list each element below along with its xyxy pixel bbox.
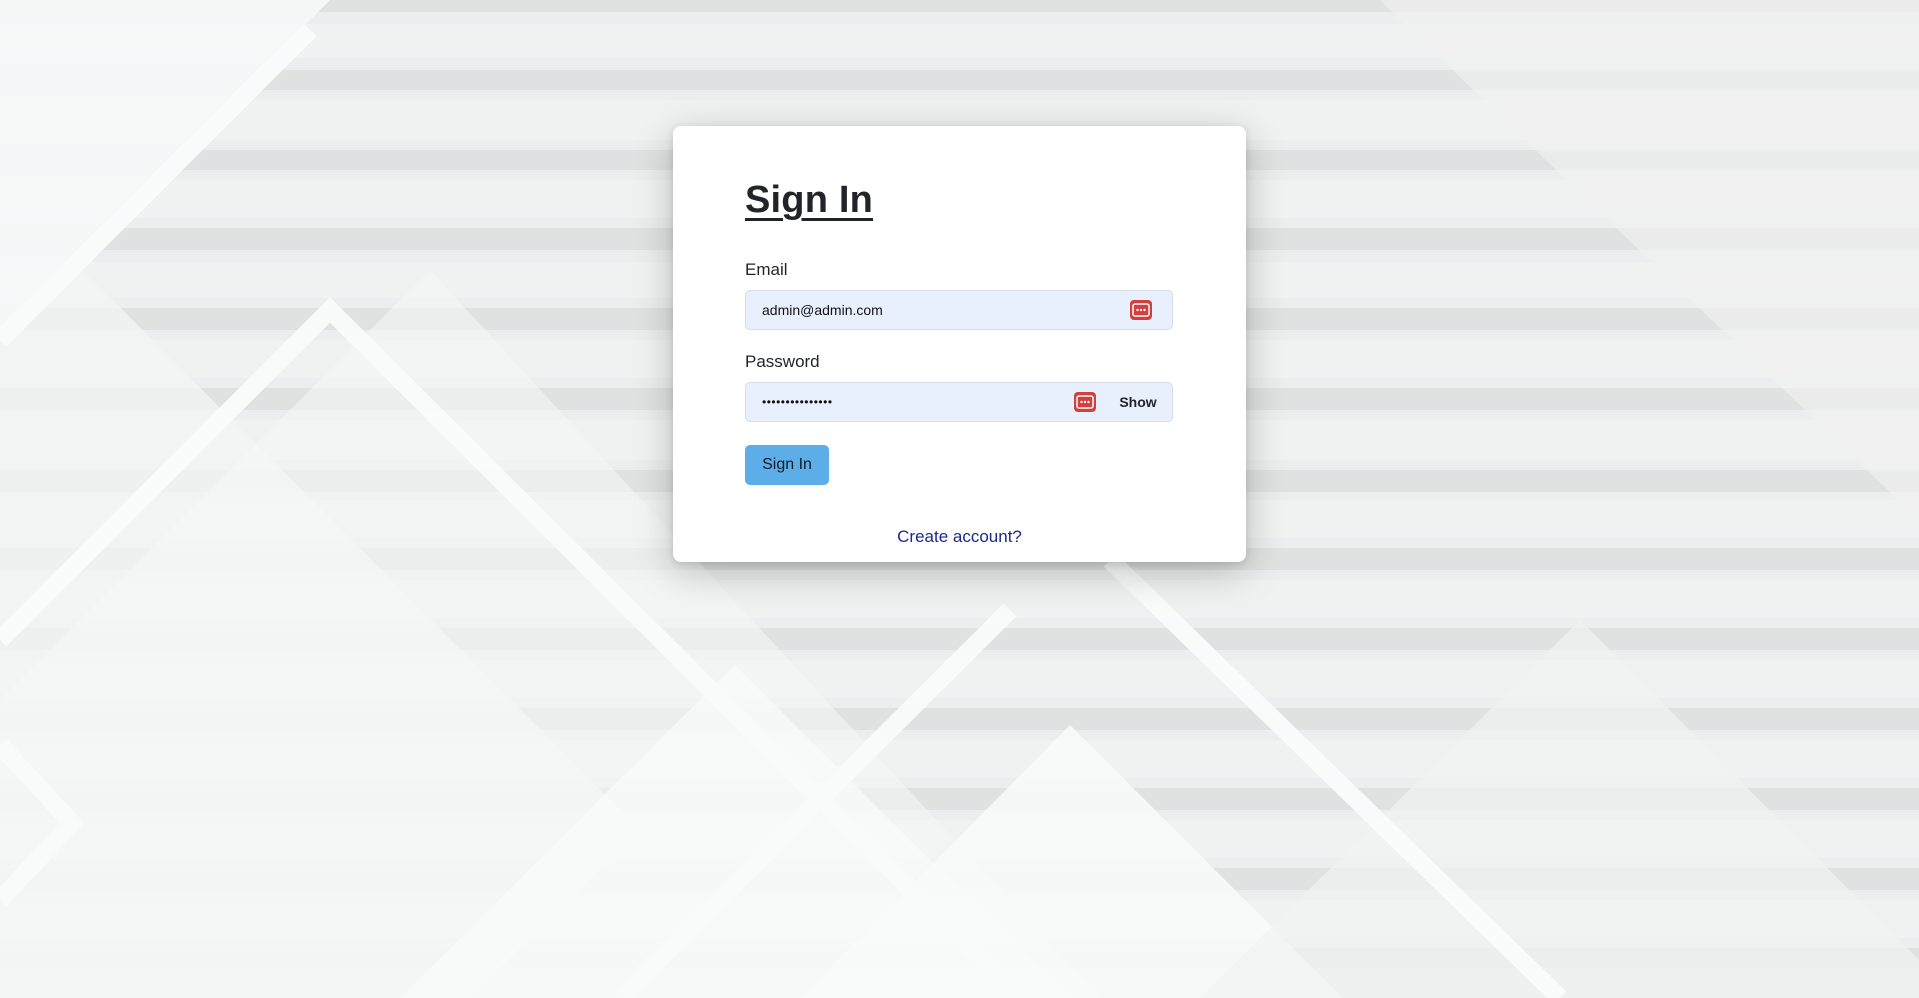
password-manager-icon[interactable] — [1130, 300, 1152, 320]
create-account-link[interactable]: Create account? — [673, 527, 1246, 547]
sign-in-card: Sign In Email admin@admin.com Password •… — [673, 126, 1246, 562]
email-value: admin@admin.com — [762, 302, 883, 318]
password-label: Password — [745, 352, 820, 371]
password-value: ••••••••••••••• — [762, 395, 833, 409]
show-password-button[interactable]: Show — [1110, 383, 1166, 421]
email-field[interactable]: admin@admin.com — [745, 290, 1173, 330]
password-manager-icon[interactable] — [1074, 392, 1096, 412]
page-title: Sign In — [745, 179, 874, 221]
sign-in-button[interactable]: Sign In — [745, 445, 829, 485]
password-field[interactable]: ••••••••••••••• Show — [745, 382, 1173, 422]
email-label: Email — [745, 260, 788, 279]
